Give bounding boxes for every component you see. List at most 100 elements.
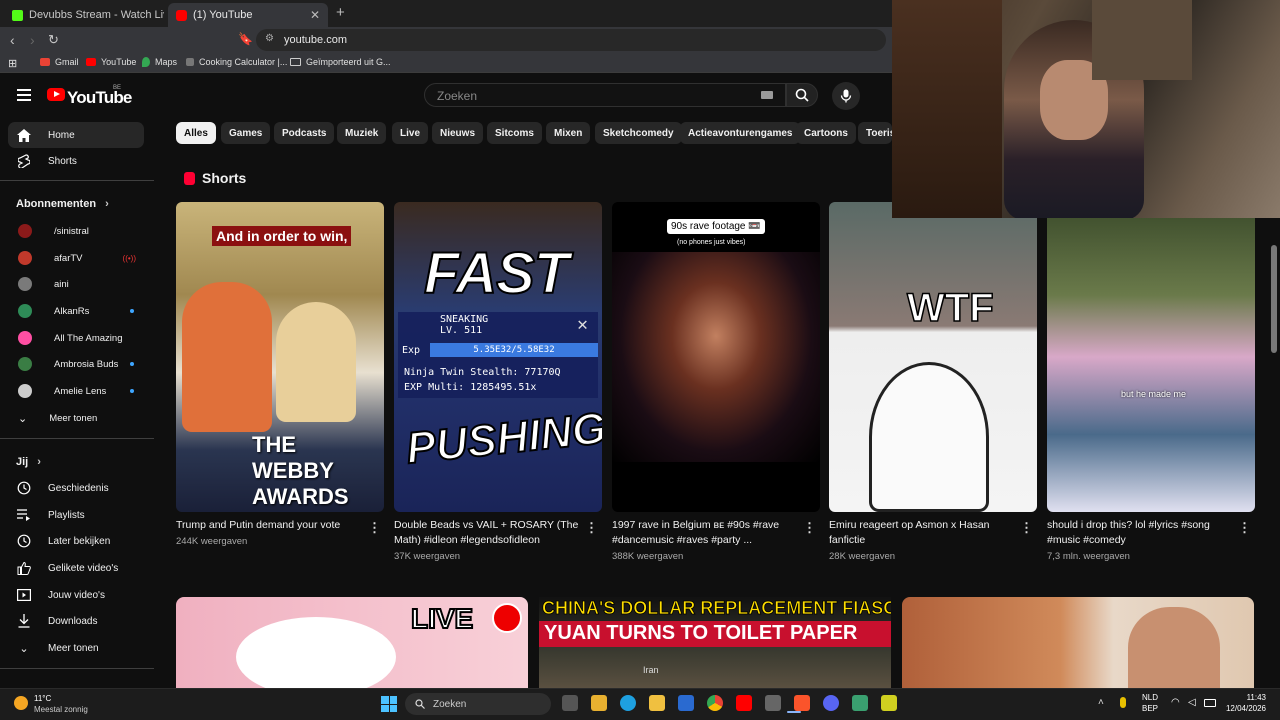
video-thumbnail[interactable] — [902, 597, 1254, 688]
sidebar-item-downloads[interactable]: Downloads — [8, 608, 144, 634]
battery-icon[interactable] — [1204, 699, 1216, 707]
address-bar[interactable]: ⚙ youtube.com — [256, 29, 886, 51]
sidebar-item-shorts[interactable]: Shorts — [8, 148, 144, 174]
show-more-button[interactable]: ⌄ Meer tonen — [8, 405, 144, 431]
sidebar-item-subscription[interactable]: AlkanRs — [8, 298, 144, 324]
new-tab-button[interactable]: + — [336, 4, 345, 21]
short-title[interactable]: should i drop this? lol #lyrics #song #m… — [1047, 518, 1239, 548]
forward-icon[interactable]: › — [30, 32, 35, 48]
more-actions-icon[interactable]: ⋮ — [803, 520, 816, 536]
windows-start-icon[interactable] — [381, 696, 397, 712]
more-actions-icon[interactable]: ⋮ — [1020, 520, 1033, 536]
video-thumbnail[interactable]: CHINA'S DOLLAR REPLACEMENT FIASCO YUAN T… — [539, 597, 891, 688]
youtube-app-icon[interactable] — [736, 695, 752, 711]
subscriptions-heading[interactable]: Abonnementen › — [16, 198, 109, 210]
sidebar-item-your-videos[interactable]: Jouw video's — [8, 582, 144, 608]
sidebar-item-history[interactable]: Geschiedenis — [8, 475, 144, 501]
chip-music[interactable]: Muziek — [337, 122, 387, 144]
more-actions-icon[interactable]: ⋮ — [1238, 520, 1251, 536]
folder-icon[interactable] — [649, 695, 665, 711]
sidebar-item-home[interactable]: Home — [8, 122, 144, 148]
bookmark-maps[interactable]: Maps — [142, 57, 177, 67]
keyboard-icon[interactable] — [761, 91, 773, 99]
video-thumbnail[interactable]: LIVE — [176, 597, 528, 688]
weather-temperature[interactable]: 11°C — [34, 694, 51, 703]
bookmark-cooking-calculator[interactable]: Cooking Calculator |... — [186, 57, 287, 67]
short-title[interactable]: Trump and Putin demand your vote — [176, 518, 368, 533]
sidebar-item-playlists[interactable]: Playlists — [8, 502, 144, 528]
youtube-logo-text[interactable]: YouTube — [67, 88, 132, 108]
app-icon[interactable] — [852, 695, 868, 711]
back-icon[interactable]: ‹ — [10, 32, 15, 48]
short-title[interactable]: Double Beads vs VAIL + ROSARY (The Math)… — [394, 518, 586, 548]
page-scrollbar-thumb[interactable] — [1271, 245, 1277, 353]
app-icon[interactable] — [881, 695, 897, 711]
reload-icon[interactable]: ↻ — [48, 32, 59, 48]
short-title[interactable]: 1997 rave in Belgium ʙᴇ #90s #rave #danc… — [612, 518, 804, 548]
sidebar-item-subscription[interactable]: Ambrosia Buds — [8, 351, 144, 377]
short-thumbnail[interactable]: but he made me — [1047, 202, 1255, 512]
chip-action-adventure-games[interactable]: Actieavonturengames — [680, 122, 801, 144]
chip-tourism[interactable]: Toeris — [858, 122, 892, 144]
search-button[interactable] — [786, 83, 818, 107]
file-explorer-widget-icon[interactable] — [591, 695, 607, 711]
avatar — [18, 224, 32, 238]
close-tab-icon[interactable]: ✕ — [310, 8, 320, 22]
voice-search-button[interactable] — [832, 82, 860, 110]
sidebar-item-liked-videos[interactable]: Gelikete video's — [8, 555, 144, 581]
sidebar-item-subscription[interactable]: /sinistral — [8, 218, 144, 244]
keyboard-layout[interactable]: BEP — [1142, 704, 1158, 713]
short-thumbnail[interactable]: WTF — [829, 202, 1037, 512]
show-more-button[interactable]: ⌄ Meer tonen — [8, 635, 144, 661]
tab-devubbs[interactable]: Devubbs Stream - Watch Live on — [4, 3, 164, 27]
sidebar-item-subscription[interactable]: afarTV ((•)) — [8, 245, 144, 271]
search-input[interactable]: Zoeken — [424, 83, 786, 107]
sidebar-item-watch-later[interactable]: Later bekijken — [8, 528, 144, 554]
mail-icon[interactable] — [678, 695, 694, 711]
keyboard-language[interactable]: NLD — [1142, 693, 1158, 702]
task-view-icon[interactable] — [562, 695, 578, 711]
microphone-icon[interactable] — [1120, 697, 1126, 708]
sidebar-item-subscription[interactable]: All The Amazing — [8, 325, 144, 351]
chip-sketch-comedy[interactable]: Sketchcomedy — [595, 122, 682, 144]
site-info-icon[interactable]: ⚙ — [265, 33, 274, 44]
bookmark-youtube[interactable]: YouTube — [86, 57, 136, 67]
wifi-icon[interactable]: ◠ — [1171, 697, 1180, 708]
volume-icon[interactable]: ◁ — [1188, 697, 1196, 708]
you-heading[interactable]: Jij › — [16, 456, 41, 468]
bookmark-folder-imported[interactable]: Geïmporteerd uit G... — [290, 57, 391, 67]
clock-time[interactable]: 11:43 — [1220, 693, 1266, 702]
chip-live[interactable]: Live — [392, 122, 429, 144]
chip-news[interactable]: Nieuws — [432, 122, 484, 144]
short-thumbnail[interactable]: And in order to win, THE WEBBY AWARDS — [176, 202, 384, 512]
chip-games[interactable]: Games — [221, 122, 271, 144]
chevron-up-icon[interactable]: ˄ — [1098, 697, 1104, 708]
chip-cartoons[interactable]: Cartoons — [796, 122, 856, 144]
chip-mixes[interactable]: Mixen — [546, 122, 591, 144]
calculator-icon[interactable] — [765, 695, 781, 711]
more-actions-icon[interactable]: ⋮ — [368, 520, 381, 536]
brave-icon[interactable] — [794, 695, 810, 711]
tab-youtube[interactable]: (1) YouTube ✕ — [168, 3, 328, 27]
chip-all[interactable]: Alles — [176, 122, 216, 144]
sidebar-item-subscription[interactable]: Amelie Lens — [8, 378, 144, 404]
apps-grid-icon[interactable]: ⊞ — [8, 57, 17, 70]
youtube-logo-icon[interactable] — [47, 88, 65, 101]
clock-date[interactable]: 12/04/2026 — [1218, 704, 1266, 713]
weather-description[interactable]: Meestal zonnig — [34, 705, 88, 714]
bookmark-icon[interactable]: 🔖 — [238, 32, 253, 46]
edge-icon[interactable] — [620, 695, 636, 711]
more-actions-icon[interactable]: ⋮ — [585, 520, 598, 536]
sidebar-item-subscription[interactable]: aini — [8, 271, 144, 297]
taskbar-search[interactable]: Zoeken — [405, 693, 551, 715]
chip-sitcoms[interactable]: Sitcoms — [487, 122, 542, 144]
hamburger-menu-icon[interactable] — [17, 89, 31, 101]
discord-icon[interactable] — [823, 695, 839, 711]
weather-sun-icon[interactable] — [14, 696, 28, 710]
short-title[interactable]: Emiru reageert op Asmon x Hasan fanficti… — [829, 518, 1021, 548]
short-thumbnail[interactable]: 90s rave footage 📼 (no phones just vibes… — [612, 202, 820, 512]
chip-podcasts[interactable]: Podcasts — [274, 122, 335, 144]
chrome-icon[interactable] — [707, 695, 723, 711]
short-thumbnail[interactable]: FAST SNEAKING LV. 511 Exp 5.35E32/5.58E3… — [394, 202, 602, 512]
bookmark-gmail[interactable]: Gmail — [40, 57, 79, 67]
